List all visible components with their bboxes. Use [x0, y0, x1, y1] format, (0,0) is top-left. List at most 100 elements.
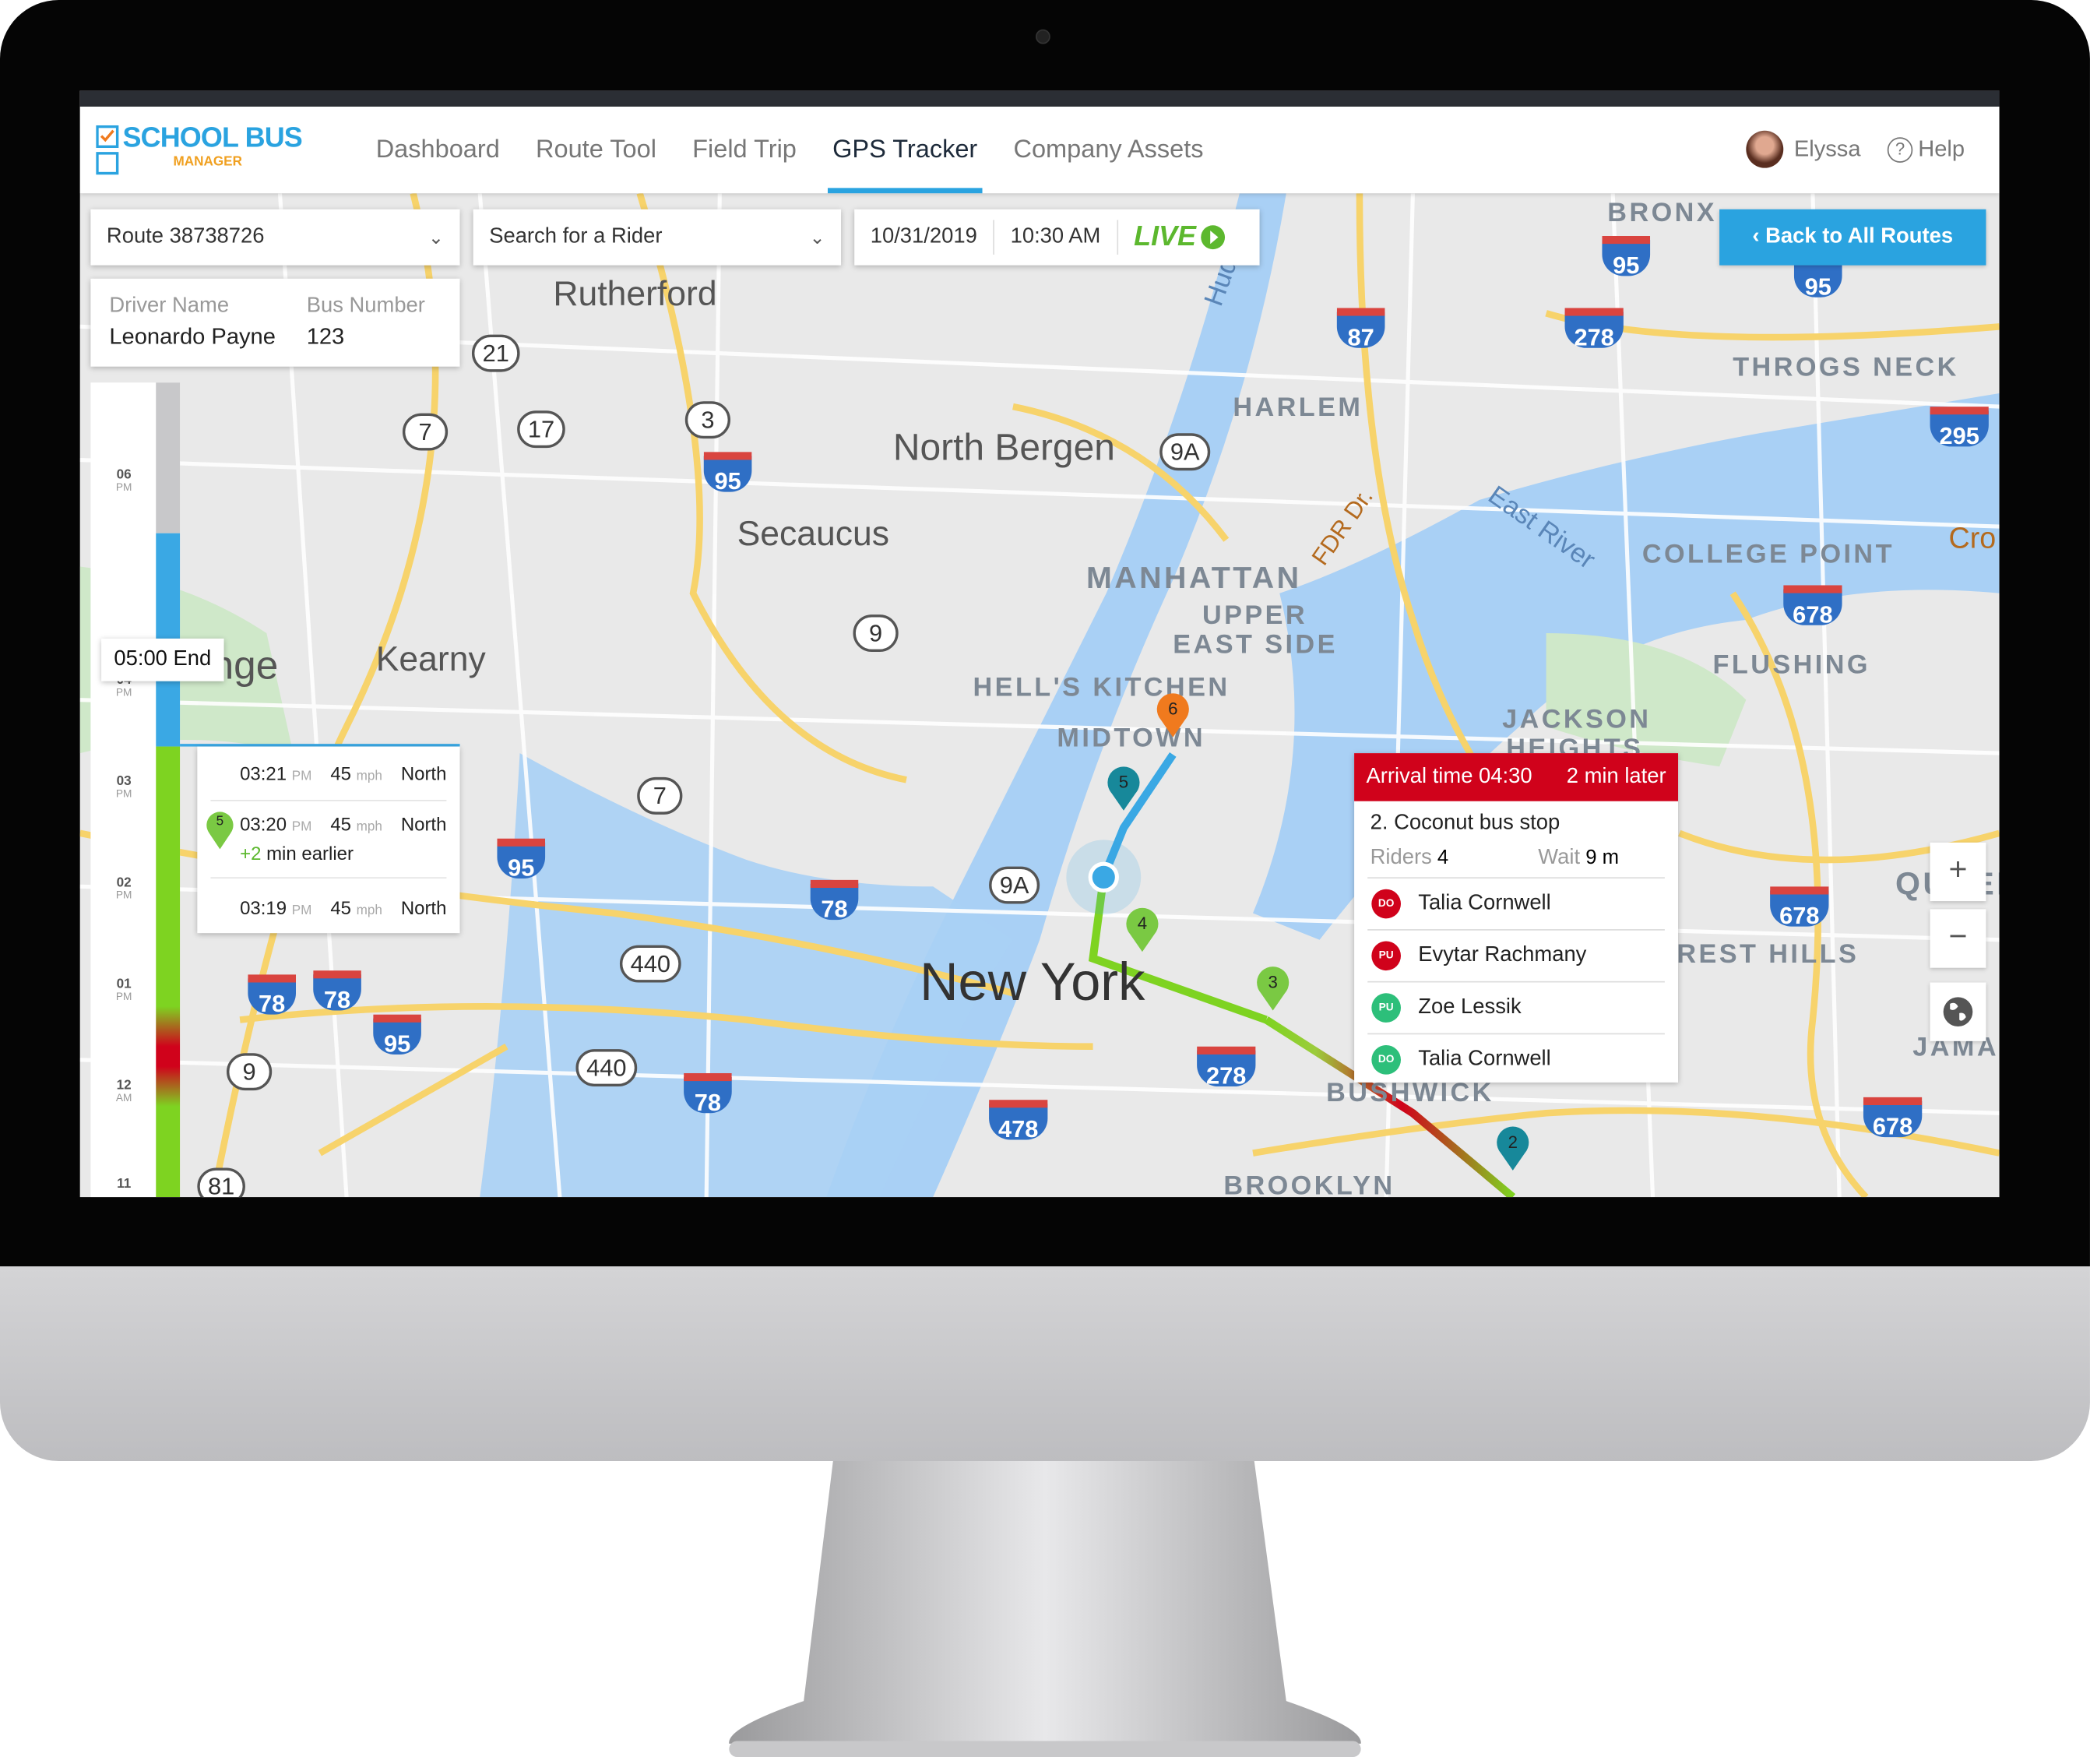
bus-location-dot[interactable] — [1088, 861, 1119, 893]
nav-dashboard[interactable]: Dashboard — [376, 107, 500, 193]
dropoff-badge: DO — [1371, 1044, 1401, 1075]
timeline[interactable]: 06PM 04PM 03PM 02PM 01PM 12AM 11 — [90, 382, 181, 1198]
map-label: JACKSON — [1502, 705, 1652, 735]
stop-pin-2[interactable]: 2 — [1496, 1126, 1531, 1171]
back-to-all-routes-button[interactable]: ‹ Back to All Routes — [1719, 209, 1986, 266]
logo[interactable]: SCHOOL BUS MANAGER — [96, 122, 322, 175]
interstate-shield: 95 — [1602, 235, 1651, 279]
monitor-chin — [0, 1266, 2090, 1462]
history-row[interactable]: 03:21 PM 45 mph North — [240, 762, 446, 783]
map-label: New York — [920, 952, 1145, 1012]
date-field[interactable]: 10/31/2019 — [854, 220, 995, 255]
rider-item[interactable]: DO Talia Cornwell — [1367, 877, 1665, 929]
zoom-in-button[interactable]: + — [1930, 842, 1986, 902]
map-label: EAST SIDE — [1173, 630, 1338, 660]
map-label: Rutherford — [553, 273, 717, 314]
driver-info-card: Driver Name Leonardo Payne Bus Number 12… — [90, 278, 460, 367]
rider-search[interactable]: Search for a Rider ⌄ — [473, 209, 842, 266]
map-type-button[interactable] — [1930, 982, 1986, 1041]
chevron-down-icon: ⌄ — [428, 226, 444, 248]
interstate-shield: 295 — [1930, 407, 1989, 449]
user-menu[interactable]: Elyssa — [1746, 130, 1861, 168]
live-button[interactable]: LIVE — [1118, 221, 1227, 253]
dropoff-badge: DO — [1371, 889, 1401, 919]
avatar — [1746, 130, 1784, 168]
route-marker: 7 — [637, 776, 683, 815]
history-row[interactable]: 03:20 PM 45 mph North — [240, 813, 446, 834]
rider-search-placeholder: Search for a Rider — [489, 225, 663, 248]
timeline-tick: 11 — [117, 1177, 132, 1192]
map-label: Secaucus — [737, 513, 890, 554]
zoom-out-button[interactable]: − — [1930, 909, 1986, 968]
map-label: HELL'S KITCHEN — [973, 673, 1230, 703]
map-label: Kearny — [375, 638, 486, 679]
interstate-shield: 78 — [248, 974, 296, 1017]
main-nav: Dashboard Route Tool Field Trip GPS Trac… — [376, 107, 1204, 194]
help-label: Help — [1918, 136, 1965, 162]
map-label: COLLEGE POINT — [1641, 540, 1895, 569]
map-label: REST HILLS — [1677, 939, 1860, 970]
nav-field-trip[interactable]: Field Trip — [692, 107, 797, 193]
chevron-down-icon: ⌄ — [809, 226, 825, 248]
route-marker: 21 — [471, 334, 520, 372]
rider-item[interactable]: DO Talia Cornwell — [1367, 1033, 1665, 1086]
divider — [210, 877, 447, 879]
stop-pin-5[interactable]: 5 — [1107, 766, 1142, 812]
divider — [210, 800, 447, 801]
stop-pin-6[interactable]: 6 — [1156, 693, 1191, 738]
stop-pin-4[interactable]: 4 — [1125, 907, 1160, 953]
stop-pin-3[interactable]: 3 — [1255, 967, 1290, 1012]
camera — [1035, 29, 1050, 44]
globe-icon — [1943, 997, 1973, 1027]
interstate-shield: 678 — [1863, 1097, 1923, 1140]
pickup-badge: PU — [1371, 993, 1401, 1023]
map-label: Cro — [1948, 521, 1997, 555]
map-label: THROGS NECK — [1733, 353, 1959, 383]
logo-subtext: MANAGER — [173, 154, 242, 170]
map-label: UPPER — [1202, 600, 1308, 631]
interstate-shield: 87 — [1336, 308, 1385, 350]
interstate-shield: 278 — [1564, 308, 1624, 350]
route-marker: 9 — [226, 1053, 273, 1091]
nav-company-assets[interactable]: Company Assets — [1013, 107, 1203, 193]
pickup-badge: PU — [1371, 941, 1401, 971]
logo-checkbox-icon — [96, 125, 119, 175]
help-link[interactable]: ? Help — [1887, 136, 1965, 163]
nav-route-tool[interactable]: Route Tool — [536, 107, 656, 193]
rider-item[interactable]: PU Zoe Lessik — [1367, 981, 1665, 1033]
nav-gps-tracker[interactable]: GPS Tracker — [827, 107, 983, 194]
history-row[interactable]: 03:19 PM 45 mph North — [240, 897, 446, 918]
map-label: BROOKLYN — [1223, 1171, 1395, 1198]
route-marker: 9A — [1159, 433, 1211, 471]
route-marker: 440 — [619, 945, 681, 983]
route-select[interactable]: Route 38738726 ⌄ — [90, 209, 460, 266]
map[interactable]: Rutherford North Bergen Secaucus Kearny … — [79, 193, 2000, 1198]
question-icon: ? — [1887, 136, 1913, 162]
time-field[interactable]: 10:30 AM — [994, 220, 1118, 255]
timeline-future — [156, 382, 181, 533]
interstate-shield: 478 — [989, 1100, 1048, 1143]
monitor-stand — [729, 1461, 1361, 1758]
app-header: SCHOOL BUS MANAGER Dashboard Route Tool … — [79, 106, 2000, 194]
route-marker: 7 — [402, 413, 449, 451]
interstate-shield: 78 — [684, 1072, 732, 1116]
app-screen: SCHOOL BUS MANAGER Dashboard Route Tool … — [79, 90, 2000, 1198]
map-label: BRONX — [1607, 199, 1718, 228]
route-marker: 9 — [853, 614, 899, 653]
end-time-label: 05:00 End — [101, 638, 224, 681]
window-strip — [79, 90, 2000, 107]
driver-name: Leonardo Payne — [109, 323, 276, 350]
stop-name: 2. Coconut bus stop — [1370, 812, 1560, 835]
stop-pin-icon: 5 — [206, 811, 235, 850]
stop-riders: Riders 4 — [1370, 846, 1449, 870]
interstate-shield: 78 — [313, 970, 361, 1013]
position-history: 03:21 PM 45 mph North 5 03:20 PM 45 mph Nort… — [197, 746, 460, 934]
timeline-tick: 12 AM — [115, 1078, 132, 1104]
route-marker: 3 — [684, 401, 731, 439]
arrival-header: Arrival time 04:30 2 min later — [1354, 753, 1679, 801]
map-label: North Bergen — [892, 426, 1115, 468]
rider-item[interactable]: PU Evytar Rachmany — [1367, 929, 1665, 981]
interstate-shield: 95 — [703, 452, 752, 495]
route-marker: 9A — [989, 866, 1040, 904]
interstate-shield: 678 — [1783, 585, 1842, 628]
